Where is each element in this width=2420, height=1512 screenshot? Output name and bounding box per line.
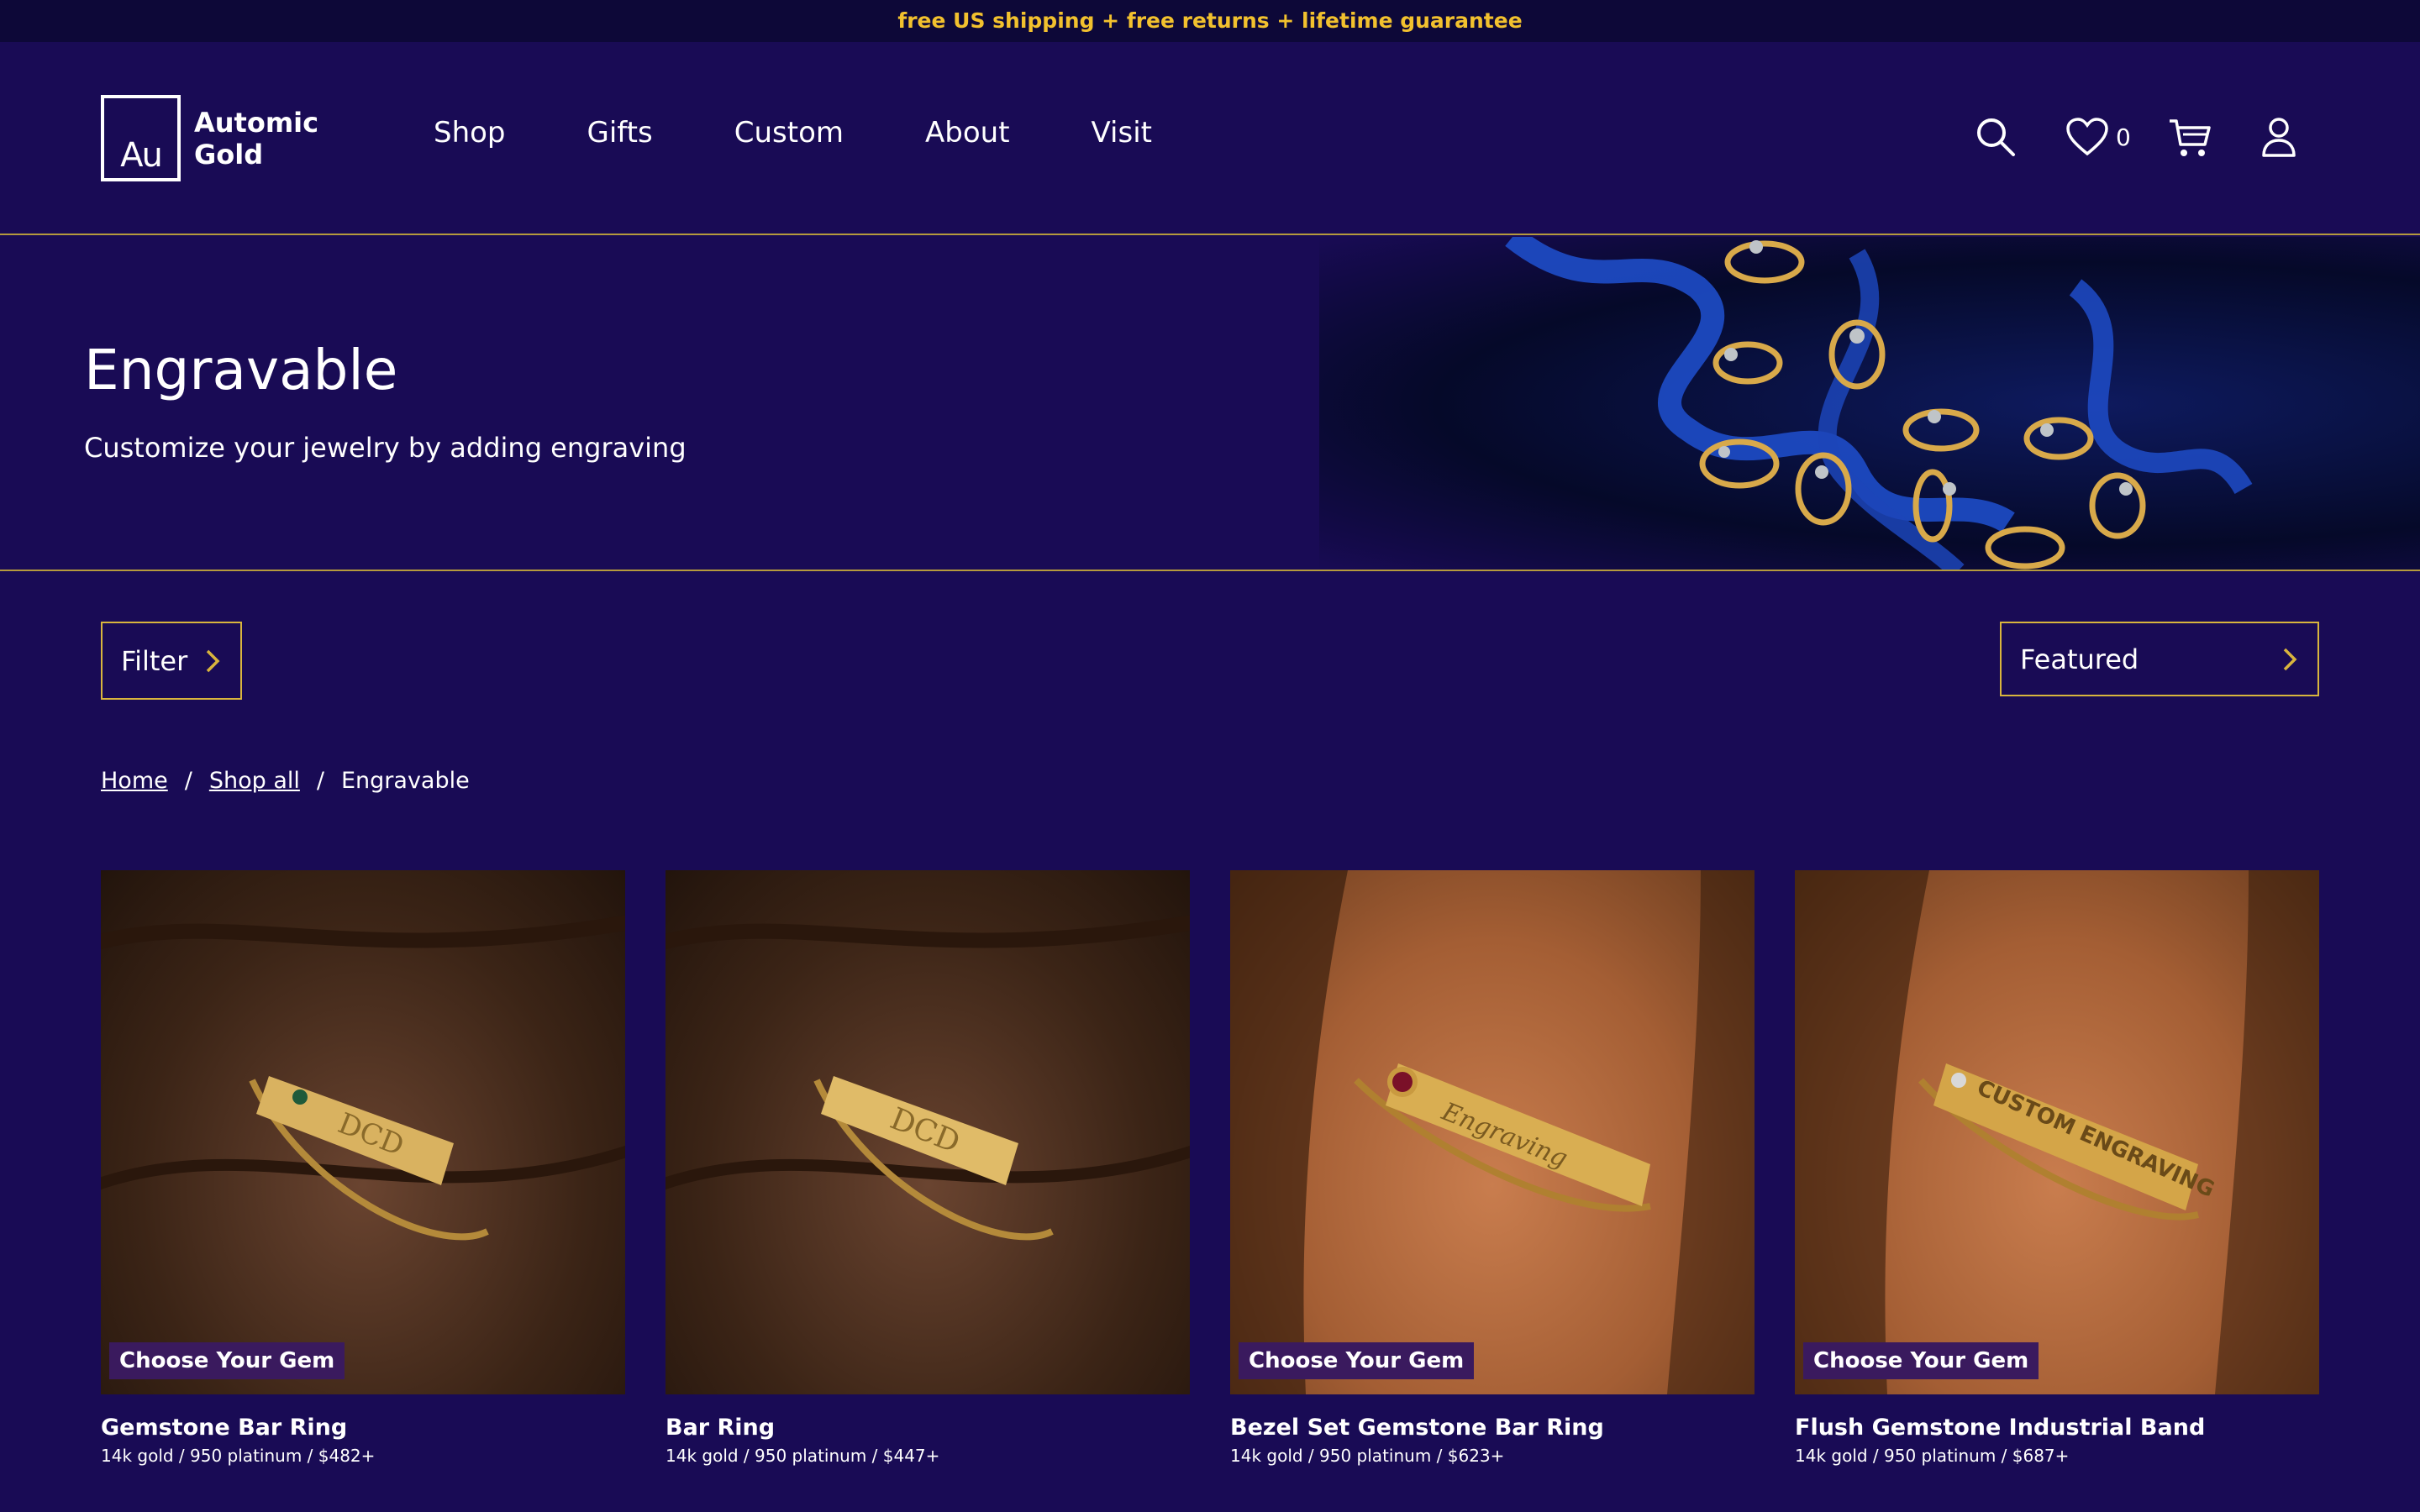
product-title[interactable]: Bar Ring	[666, 1415, 1190, 1441]
hero-rings-illustration	[1505, 237, 2253, 570]
product-card[interactable]: Engraving Choose Your Gem Bezel Set Gems…	[1230, 870, 1754, 1466]
heart-icon	[2066, 118, 2108, 156]
product-meta: 14k gold / 950 platinum / $447+	[666, 1446, 940, 1466]
ring-illustration: DCD	[101, 915, 625, 1241]
search-icon[interactable]	[1975, 116, 2017, 158]
sort-select[interactable]: Featured	[2000, 622, 2319, 696]
breadcrumb-home[interactable]: Home	[101, 768, 168, 794]
ring-illustration: CUSTOM ENGRAVING	[1795, 870, 2319, 1394]
product-card[interactable]: CUSTOM ENGRAVING Choose Your Gem Flush G…	[1795, 870, 2319, 1466]
product-meta: 14k gold / 950 platinum / $623+	[1230, 1446, 1505, 1466]
page-subtitle: Customize your jewelry by adding engravi…	[84, 432, 687, 464]
product-image[interactable]: CUSTOM ENGRAVING Choose Your Gem	[1795, 870, 2319, 1394]
choose-gem-badge: Choose Your Gem	[1803, 1342, 2039, 1379]
product-meta: 14k gold / 950 platinum / $687+	[1795, 1446, 2070, 1466]
product-meta: 14k gold / 950 platinum / $482+	[101, 1446, 376, 1466]
sort-label: Featured	[2020, 643, 2139, 675]
product-card[interactable]: DCD Bar Ring 14k gold / 950 platinum / $…	[666, 870, 1190, 1466]
chevron-right-icon	[2283, 648, 2297, 670]
user-icon[interactable]	[2260, 116, 2297, 158]
hero-image	[1319, 237, 2420, 570]
choose-gem-badge: Choose Your Gem	[1239, 1342, 1475, 1379]
product-title[interactable]: Flush Gemstone Industrial Band	[1795, 1415, 2319, 1441]
svg-text:CUSTOM ENGRAVING: CUSTOM ENGRAVING	[1973, 1075, 2218, 1203]
hero-banner: Engravable Customize your jewelry by add…	[0, 237, 2420, 571]
product-image[interactable]: DCD	[666, 870, 1190, 1394]
choose-gem-badge: Choose Your Gem	[109, 1342, 345, 1379]
breadcrumb-separator: /	[316, 768, 324, 794]
chevron-right-icon	[206, 649, 220, 672]
ring-illustration: DCD	[666, 915, 1190, 1241]
product-image[interactable]: DCD Choose Your Gem	[101, 870, 625, 1394]
wishlist-button[interactable]: 0	[2065, 118, 2131, 156]
product-image[interactable]: Engraving Choose Your Gem	[1230, 870, 1754, 1394]
filter-label: Filter	[121, 644, 188, 677]
product-title[interactable]: Gemstone Bar Ring	[101, 1415, 625, 1441]
page-title: Engravable	[84, 338, 398, 402]
cart-icon[interactable]	[2168, 118, 2212, 160]
breadcrumb-shop-all[interactable]: Shop all	[209, 768, 300, 794]
site-header: Au Automic Gold Shop Gifts Custom About …	[0, 42, 2420, 235]
wishlist-count: 0	[2116, 123, 2131, 151]
header-icons: 0	[0, 116, 2420, 166]
breadcrumb: Home / Shop all / Engravable	[101, 768, 470, 794]
announcement-bar: free US shipping + free returns + lifeti…	[0, 0, 2420, 42]
ring-illustration: Engraving	[1230, 870, 1754, 1394]
product-title[interactable]: Bezel Set Gemstone Bar Ring	[1230, 1415, 1754, 1441]
filter-button[interactable]: Filter	[101, 622, 242, 700]
product-card[interactable]: DCD Choose Your Gem Gemstone Bar Ring 14…	[101, 870, 625, 1466]
breadcrumb-current: Engravable	[341, 768, 470, 794]
breadcrumb-separator: /	[184, 768, 192, 794]
